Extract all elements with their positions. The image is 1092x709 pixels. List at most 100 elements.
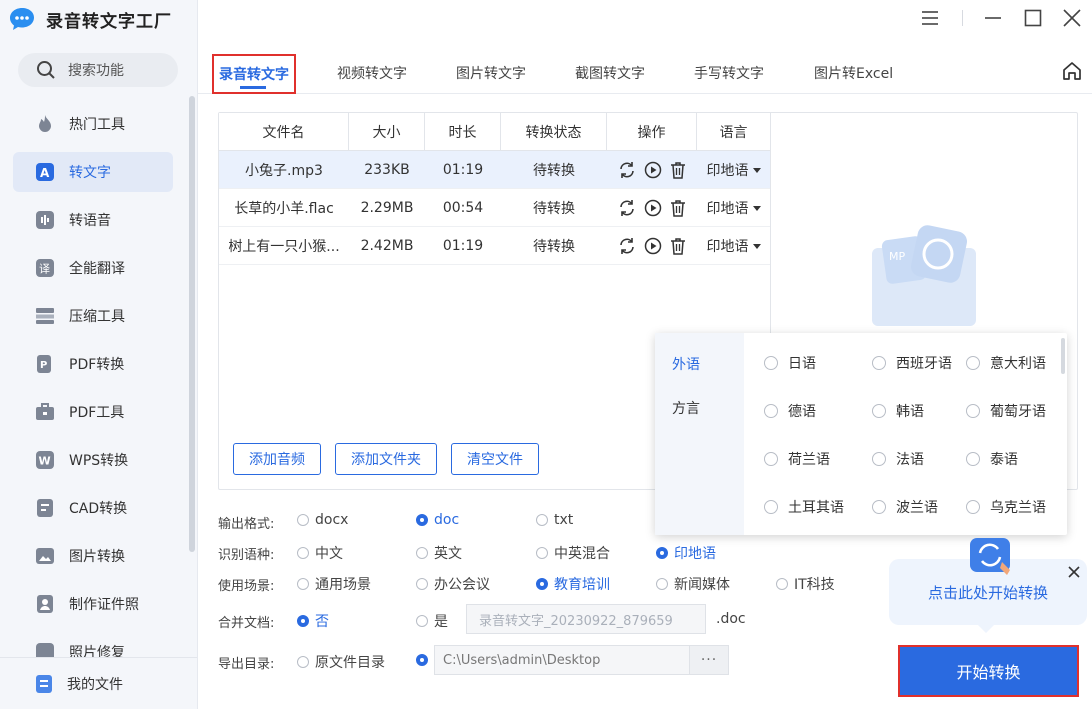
maximize-icon: [1024, 9, 1042, 27]
my-files-button[interactable]: 我的文件: [0, 657, 197, 709]
merge-option-no[interactable]: 否: [297, 611, 329, 631]
convert-refresh-icon[interactable]: [618, 199, 636, 217]
language-dropdown[interactable]: 印地语: [697, 189, 770, 227]
browse-button[interactable]: ···: [689, 645, 729, 675]
scene-option-general[interactable]: 通用场景: [297, 574, 371, 594]
sidebar-item-cad-convert[interactable]: CAD转换: [13, 488, 173, 528]
merge-option-yes[interactable]: 是: [416, 611, 448, 631]
sidebar-item-translate[interactable]: 译 全能翻译: [13, 248, 173, 288]
svg-text:A: A: [40, 166, 50, 180]
language-value: 印地语: [706, 163, 749, 179]
lang-option-italian[interactable]: 意大利语: [966, 353, 1046, 373]
category-foreign[interactable]: 外语: [672, 354, 700, 374]
output-format-label: 输出格式:: [218, 517, 275, 532]
search-box[interactable]: 搜索功能: [18, 53, 178, 87]
lang-option-polish[interactable]: 波兰语: [872, 497, 938, 517]
sidebar-item-id-photo[interactable]: 制作证件照: [13, 584, 173, 624]
scene-option-it[interactable]: IT科技: [776, 574, 835, 594]
chevron-down-icon: [752, 167, 761, 173]
sidebar-item-compress[interactable]: 压缩工具: [13, 296, 173, 336]
delete-icon[interactable]: [670, 199, 686, 217]
minimize-button[interactable]: [981, 6, 1005, 30]
lang-option-spanish[interactable]: 西班牙语: [872, 353, 952, 373]
option-label: 日语: [788, 356, 816, 372]
play-icon[interactable]: [644, 161, 662, 179]
maximize-button[interactable]: [1021, 6, 1045, 30]
delete-icon[interactable]: [670, 161, 686, 179]
tooltip-arrow: [977, 624, 995, 633]
scene-option-meeting[interactable]: 办公会议: [416, 574, 490, 594]
sidebar-item-image-convert[interactable]: 图片转换: [13, 536, 173, 576]
language-value: 印地语: [706, 239, 749, 255]
sidebar-item-label: 转语音: [69, 213, 111, 229]
my-files-label: 我的文件: [67, 676, 123, 693]
language-dropdown[interactable]: 印地语: [697, 227, 770, 265]
option-label: txt: [554, 512, 574, 528]
lang-option-thai[interactable]: 泰语: [966, 449, 1018, 469]
convert-refresh-icon[interactable]: [618, 161, 636, 179]
option-label: 英文: [434, 546, 462, 562]
radio-selected-icon: [416, 514, 428, 526]
delete-icon[interactable]: [670, 237, 686, 255]
play-icon[interactable]: [644, 199, 662, 217]
tab-screenshot-to-text[interactable]: 截图转文字: [575, 63, 645, 83]
sidebar-item-label: 图片转换: [69, 549, 125, 565]
audio-folder-illustration-icon: MP: [872, 225, 976, 326]
export-option-source-dir[interactable]: 原文件目录: [297, 652, 385, 672]
svg-text:MP: MP: [889, 250, 905, 263]
sidebar-item-to-voice[interactable]: 转语音: [13, 200, 173, 240]
language-option-mixed[interactable]: 中英混合: [536, 543, 610, 563]
language-option-chinese[interactable]: 中文: [297, 543, 343, 563]
format-option-txt[interactable]: txt: [536, 512, 573, 528]
svg-text:译: 译: [39, 263, 50, 276]
lang-option-german[interactable]: 德语: [764, 401, 816, 421]
language-option-hindi[interactable]: 印地语: [656, 543, 716, 563]
category-dialect[interactable]: 方言: [672, 398, 700, 418]
tab-image-to-excel[interactable]: 图片转Excel: [814, 63, 893, 83]
export-option-custom[interactable]: [416, 654, 428, 666]
sidebar-scrollbar[interactable]: [189, 96, 195, 552]
sidebar-item-hot-tools[interactable]: 热门工具: [13, 104, 173, 144]
sidebar-item-pdf-convert[interactable]: P PDF转换: [13, 344, 173, 384]
image-icon: [35, 546, 55, 566]
start-convert-button[interactable]: 开始转换: [898, 645, 1079, 697]
format-option-doc[interactable]: doc: [416, 512, 459, 528]
sidebar-item-label: 全能翻译: [69, 261, 125, 277]
home-button[interactable]: [1062, 61, 1082, 81]
add-audio-button[interactable]: 添加音频: [233, 443, 321, 475]
lang-option-korean[interactable]: 韩语: [872, 401, 924, 421]
sidebar-item-pdf-tools[interactable]: PDF工具: [13, 392, 173, 432]
lang-option-portuguese[interactable]: 葡萄牙语: [966, 401, 1046, 421]
svg-text:W: W: [39, 455, 51, 468]
sidebar-item-to-text[interactable]: A 转文字: [13, 152, 173, 192]
language-dropdown[interactable]: 印地语: [697, 151, 770, 189]
export-path-input[interactable]: C:\Users\admin\Desktop: [434, 645, 690, 675]
close-button[interactable]: [1060, 6, 1084, 30]
clear-files-button[interactable]: 清空文件: [451, 443, 539, 475]
usage-scene-label: 使用场景:: [218, 579, 275, 594]
add-folder-button[interactable]: 添加文件夹: [335, 443, 437, 475]
tab-image-to-text[interactable]: 图片转文字: [456, 63, 526, 83]
radio-icon: [536, 514, 548, 526]
play-icon[interactable]: [644, 237, 662, 255]
scene-option-education[interactable]: 教育培训: [536, 574, 610, 594]
column-header-language: 语言: [719, 125, 748, 141]
menu-button[interactable]: [918, 6, 942, 30]
sidebar-item-wps-convert[interactable]: W WPS转换: [13, 440, 173, 480]
tab-handwriting-to-text[interactable]: 手写转文字: [694, 63, 764, 83]
language-option-english[interactable]: 英文: [416, 543, 462, 563]
format-option-docx[interactable]: docx: [297, 512, 348, 528]
scene-option-news[interactable]: 新闻媒体: [656, 574, 730, 594]
lang-option-ukrainian[interactable]: 乌克兰语: [966, 497, 1046, 517]
tab-video-to-text[interactable]: 视频转文字: [337, 63, 407, 83]
lang-option-dutch[interactable]: 荷兰语: [764, 449, 830, 469]
option-label: IT科技: [794, 577, 835, 593]
tooltip-close-button[interactable]: [1066, 564, 1082, 580]
convert-refresh-icon[interactable]: [618, 237, 636, 255]
lang-option-japanese[interactable]: 日语: [764, 353, 816, 373]
popup-scrollbar[interactable]: [1061, 338, 1065, 374]
lang-option-turkish[interactable]: 土耳其语: [764, 497, 844, 517]
radio-icon: [764, 356, 778, 370]
lang-option-french[interactable]: 法语: [872, 449, 924, 469]
merge-filename-input[interactable]: 录音转文字_20230922_879659: [466, 604, 706, 634]
